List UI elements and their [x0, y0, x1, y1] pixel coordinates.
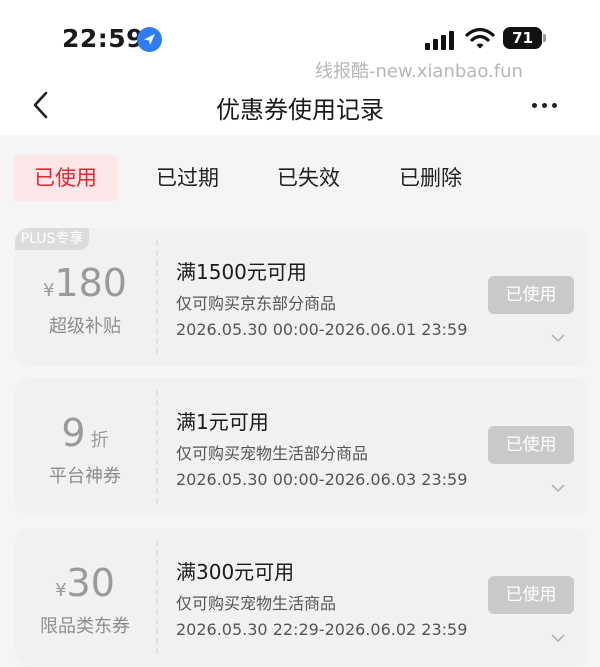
used-button[interactable]: 已使用 — [488, 426, 574, 464]
status-time: 22:59 — [62, 24, 145, 53]
amount-value: 30 — [66, 561, 115, 605]
watermark: 线报酷-new.xianbao.fun — [315, 61, 523, 82]
cellular-signal-icon — [425, 30, 455, 50]
plus-badge: PLUS专享 — [15, 228, 89, 250]
used-button[interactable]: 已使用 — [488, 276, 574, 314]
dashed-divider — [156, 390, 158, 504]
discount-suffix: 折 — [90, 430, 109, 451]
location-arrow-icon — [137, 27, 162, 52]
coupon-card[interactable]: ¥30 限品类东券 满300元可用 仅可购买宠物生活商品 2026.05.30 … — [15, 528, 588, 666]
coupon-validity: 2026.05.30 22:29-2026.06.02 23:59 — [176, 620, 468, 639]
dashed-divider — [156, 240, 158, 354]
coupon-amount: ¥30 — [15, 561, 155, 605]
coupon-type-label: 平台神券 — [49, 466, 121, 487]
wifi-icon — [465, 26, 495, 50]
more-menu-icon[interactable] — [532, 103, 558, 109]
tab-deleted[interactable]: 已删除 — [378, 155, 483, 201]
dashed-divider — [156, 540, 158, 654]
page-title: 优惠券使用记录 — [216, 96, 384, 124]
chevron-down-icon[interactable] — [550, 628, 566, 643]
coupon-condition: 满1元可用 — [176, 410, 269, 434]
tab-expired[interactable]: 已过期 — [135, 155, 240, 201]
coupon-scope: 仅可购买宠物生活商品 — [176, 594, 337, 613]
coupon-card[interactable]: PLUS专享 ¥180 超级补贴 满1500元可用 仅可购买京东部分商品 202… — [15, 228, 588, 366]
tab-used[interactable]: 已使用 — [13, 155, 118, 201]
chevron-down-icon[interactable] — [550, 328, 566, 343]
battery-icon: 71 — [503, 27, 547, 49]
amount-value: 9 — [61, 411, 86, 455]
header-area: 22:59 71 线报酷-new.xianbao.fun 优惠券使用记录 — [0, 0, 600, 135]
chevron-down-icon[interactable] — [550, 478, 566, 493]
amount-value: 180 — [54, 261, 127, 305]
coupon-validity: 2026.05.30 00:00-2026.06.01 23:59 — [176, 320, 468, 339]
coupon-type-label: 超级补贴 — [49, 316, 121, 337]
coupon-scope: 仅可购买京东部分商品 — [176, 294, 337, 313]
used-button[interactable]: 已使用 — [488, 576, 574, 614]
tab-invalid[interactable]: 已失效 — [256, 155, 361, 201]
coupon-amount: 9 折 — [15, 411, 155, 455]
currency-symbol: ¥ — [43, 280, 55, 301]
coupon-validity: 2026.05.30 00:00-2026.06.03 23:59 — [176, 470, 468, 489]
coupon-scope: 仅可购买宠物生活部分商品 — [176, 444, 369, 463]
battery-level: 71 — [503, 27, 542, 49]
coupon-type-label: 限品类东券 — [40, 616, 130, 637]
coupon-card[interactable]: 9 折 平台神券 满1元可用 仅可购买宠物生活部分商品 2026.05.30 0… — [15, 378, 588, 516]
filter-tabs: 已使用 已过期 已失效 已删除 — [0, 135, 600, 220]
coupon-amount: ¥180 — [15, 261, 155, 305]
coupon-condition: 满300元可用 — [176, 560, 295, 584]
currency-symbol: ¥ — [55, 580, 67, 601]
coupon-condition: 满1500元可用 — [176, 260, 307, 284]
